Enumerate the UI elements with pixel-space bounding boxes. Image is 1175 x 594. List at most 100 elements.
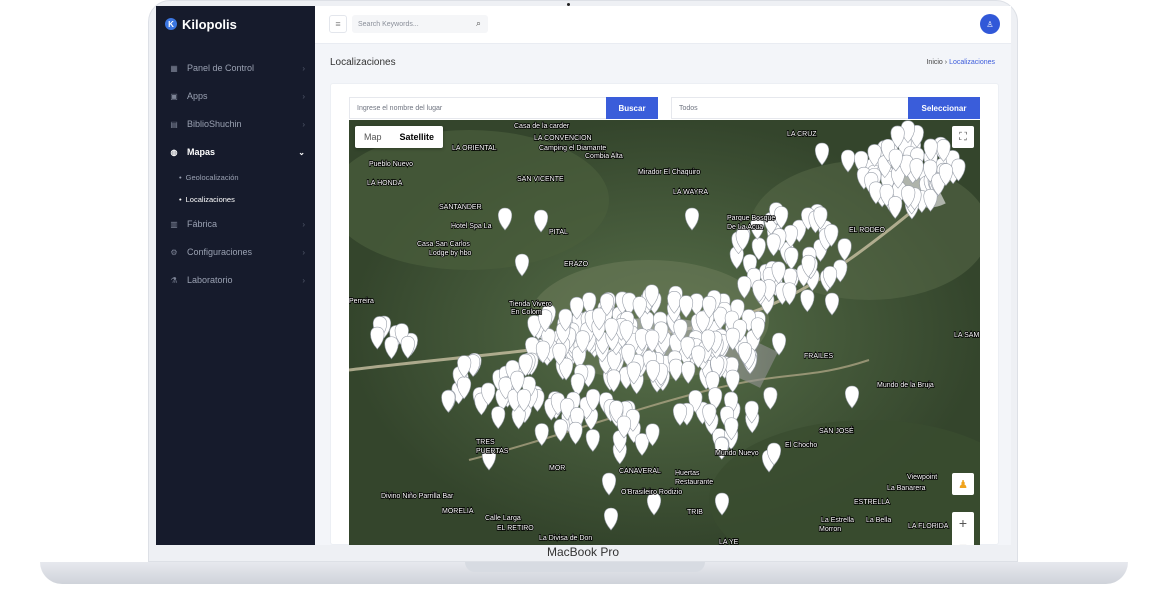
user-avatar-icon[interactable]: ♙: [980, 14, 1000, 34]
map-place-label: SAN VICENTE: [517, 176, 564, 183]
map-place-label: Camping el Diamante: [539, 145, 606, 152]
breadcrumb-home[interactable]: Inicio: [926, 59, 942, 66]
sidebar-item-panel-de-control[interactable]: ▦ Panel de Control ›: [156, 54, 315, 82]
sidebar-subitem-localizaciones[interactable]: • Localizaciones: [156, 188, 315, 210]
zoom-control: + −: [952, 512, 974, 545]
laptop-mockup: MacBook Pro K Kilopolis ▦ Panel de Contr…: [0, 0, 1175, 594]
map-place-label: PITAL: [549, 229, 568, 236]
bullet-icon: •: [179, 172, 182, 182]
sidebar-item-label: Fábrica: [187, 219, 218, 229]
map-place-label: La Banarera: [887, 485, 926, 492]
search-button[interactable]: Buscar: [606, 97, 658, 119]
map-place-label: O'Brasileiro Rodizio: [621, 489, 682, 496]
sidebar-item-label: BiblioShuchin: [187, 119, 242, 129]
place-name-input[interactable]: Ingrese el nombre del lugar: [349, 97, 607, 119]
sidebar-item-laboratorio[interactable]: ⚗ Laboratorio ›: [156, 266, 315, 294]
map-type-control: Map Satellite: [355, 126, 444, 148]
search-input[interactable]: Search Keywords... ⌕: [352, 15, 488, 33]
fullscreen-icon[interactable]: ⛶: [952, 126, 974, 148]
search-icon[interactable]: ⌕: [476, 18, 481, 29]
select-button[interactable]: Seleccionar: [908, 97, 980, 119]
map-place-label: PUERTAS: [476, 448, 509, 455]
map-place-label: SANTANDER: [439, 204, 482, 211]
category-value: Todos: [679, 104, 698, 112]
map-place-label: LA CONVENCION: [534, 135, 592, 142]
map-place-label: Divino Niño Parrilla Bar: [381, 493, 454, 500]
flask-icon: ⚗: [170, 275, 178, 285]
logo-icon: K: [165, 18, 177, 30]
book-icon: ▤: [170, 119, 178, 129]
sidebar-item-label: Apps: [187, 91, 208, 101]
map-place-label: Casa San Carlos: [417, 241, 470, 248]
map-place-label: LA HONDA: [367, 180, 403, 187]
brand[interactable]: K Kilopolis: [156, 6, 315, 42]
map-place-label: El Chocho: [785, 442, 817, 449]
sidebar: K Kilopolis ▦ Panel de Control › ▣ Apps …: [156, 6, 315, 545]
map-place-label: EL RODEO: [849, 227, 885, 234]
map-place-label: MOR: [549, 465, 565, 472]
place-name-placeholder: Ingrese el nombre del lugar: [357, 104, 443, 112]
apps-icon: ▣: [170, 91, 178, 101]
map-place-label: Combia Alta: [585, 153, 623, 160]
page-header: Localizaciones Inicio › Localizaciones: [330, 57, 995, 73]
page-title: Localizaciones: [330, 57, 396, 68]
chevron-right-icon: ›: [302, 247, 305, 257]
globe-icon: ◍: [170, 147, 178, 157]
map-place-label: MORELIA: [442, 508, 474, 515]
map-place-label: Casa de la carder: [514, 123, 570, 130]
chevron-right-icon: ›: [302, 275, 305, 285]
map-place-label: LA ORIENTAL: [452, 145, 497, 152]
map-canvas[interactable]: Casa de la carder LA CONVENCION Camping el…: [349, 120, 980, 545]
sidebar-subitem-geolocalizacion[interactable]: • Geolocalización: [156, 166, 315, 188]
map-place-label: Tienda Vivero: [509, 301, 552, 308]
map-place-label: La Divisa de Don: [539, 535, 592, 542]
sidebar-item-biblioshuchin[interactable]: ▤ BiblioShuchin ›: [156, 110, 315, 138]
map-place-label: ERAZO: [564, 261, 589, 268]
sidebar-item-fabrica[interactable]: ▥ Fábrica ›: [156, 210, 315, 238]
map-place-label: Morron: [819, 526, 841, 533]
map-place-label: Perreira: [349, 298, 374, 305]
map-place-label: LA FLORIDA: [908, 523, 949, 530]
map-place-label: Mirador El Chaquiro: [638, 169, 700, 176]
pegman-icon[interactable]: ♟: [952, 473, 974, 495]
map-place-label: ESTRELLA: [854, 499, 890, 506]
map-place-label: LA SAM: [954, 332, 979, 339]
chevron-right-icon: ›: [302, 91, 305, 101]
map-place-label: Lodge by hbo: [429, 250, 472, 257]
chevron-down-icon: ⌄: [298, 147, 305, 157]
satellite-imagery: Casa de la carder LA CONVENCION Camping el…: [349, 120, 980, 545]
sidebar-item-mapas[interactable]: ◍ Mapas ⌄: [156, 138, 315, 166]
map-place-label: Huertas: [675, 470, 700, 477]
map-place-label: LA WAYRA: [673, 189, 708, 196]
chevron-right-icon: ›: [302, 63, 305, 73]
search-placeholder: Search Keywords...: [358, 20, 419, 28]
map-place-label: EL RETIRO: [497, 525, 534, 532]
map-place-label: Pueblo Nuevo: [369, 161, 413, 168]
map-type-satellite-button[interactable]: Satellite: [391, 126, 444, 148]
laptop-notch: [465, 562, 705, 572]
chevron-right-icon: ›: [302, 219, 305, 229]
gear-icon: ⚙: [170, 247, 178, 257]
map-type-map-button[interactable]: Map: [355, 126, 391, 148]
bullet-icon: •: [179, 194, 182, 204]
map-place-label: LA YE: [719, 539, 739, 545]
map-place-label: CANAVERAL: [619, 468, 661, 475]
map-place-label: De La Acua: [727, 224, 763, 231]
zoom-out-button[interactable]: −: [952, 534, 974, 545]
zoom-in-button[interactable]: +: [952, 512, 974, 534]
menu-toggle-icon[interactable]: ≡: [329, 15, 347, 33]
map-place-label: Mundo Nuevo: [715, 450, 759, 457]
breadcrumb-separator: ›: [944, 59, 948, 66]
sidebar-item-label: Laboratorio: [187, 275, 233, 285]
sidebar-item-label: Mapas: [187, 147, 216, 157]
sidebar-item-configuraciones[interactable]: ⚙ Configuraciones ›: [156, 238, 315, 266]
map-place-label: Hotel Spa La: [451, 223, 492, 230]
dashboard-icon: ▦: [170, 63, 178, 73]
map-place-label: SAN JOSÉ: [819, 426, 854, 435]
device-model-label: MacBook Pro: [546, 545, 620, 559]
category-select[interactable]: Todos: [671, 97, 909, 119]
sidebar-item-apps[interactable]: ▣ Apps ›: [156, 82, 315, 110]
breadcrumb: Inicio › Localizaciones: [926, 59, 995, 66]
map-place-label: Parque Bosque: [727, 215, 775, 222]
chart-icon: ▥: [170, 219, 178, 229]
